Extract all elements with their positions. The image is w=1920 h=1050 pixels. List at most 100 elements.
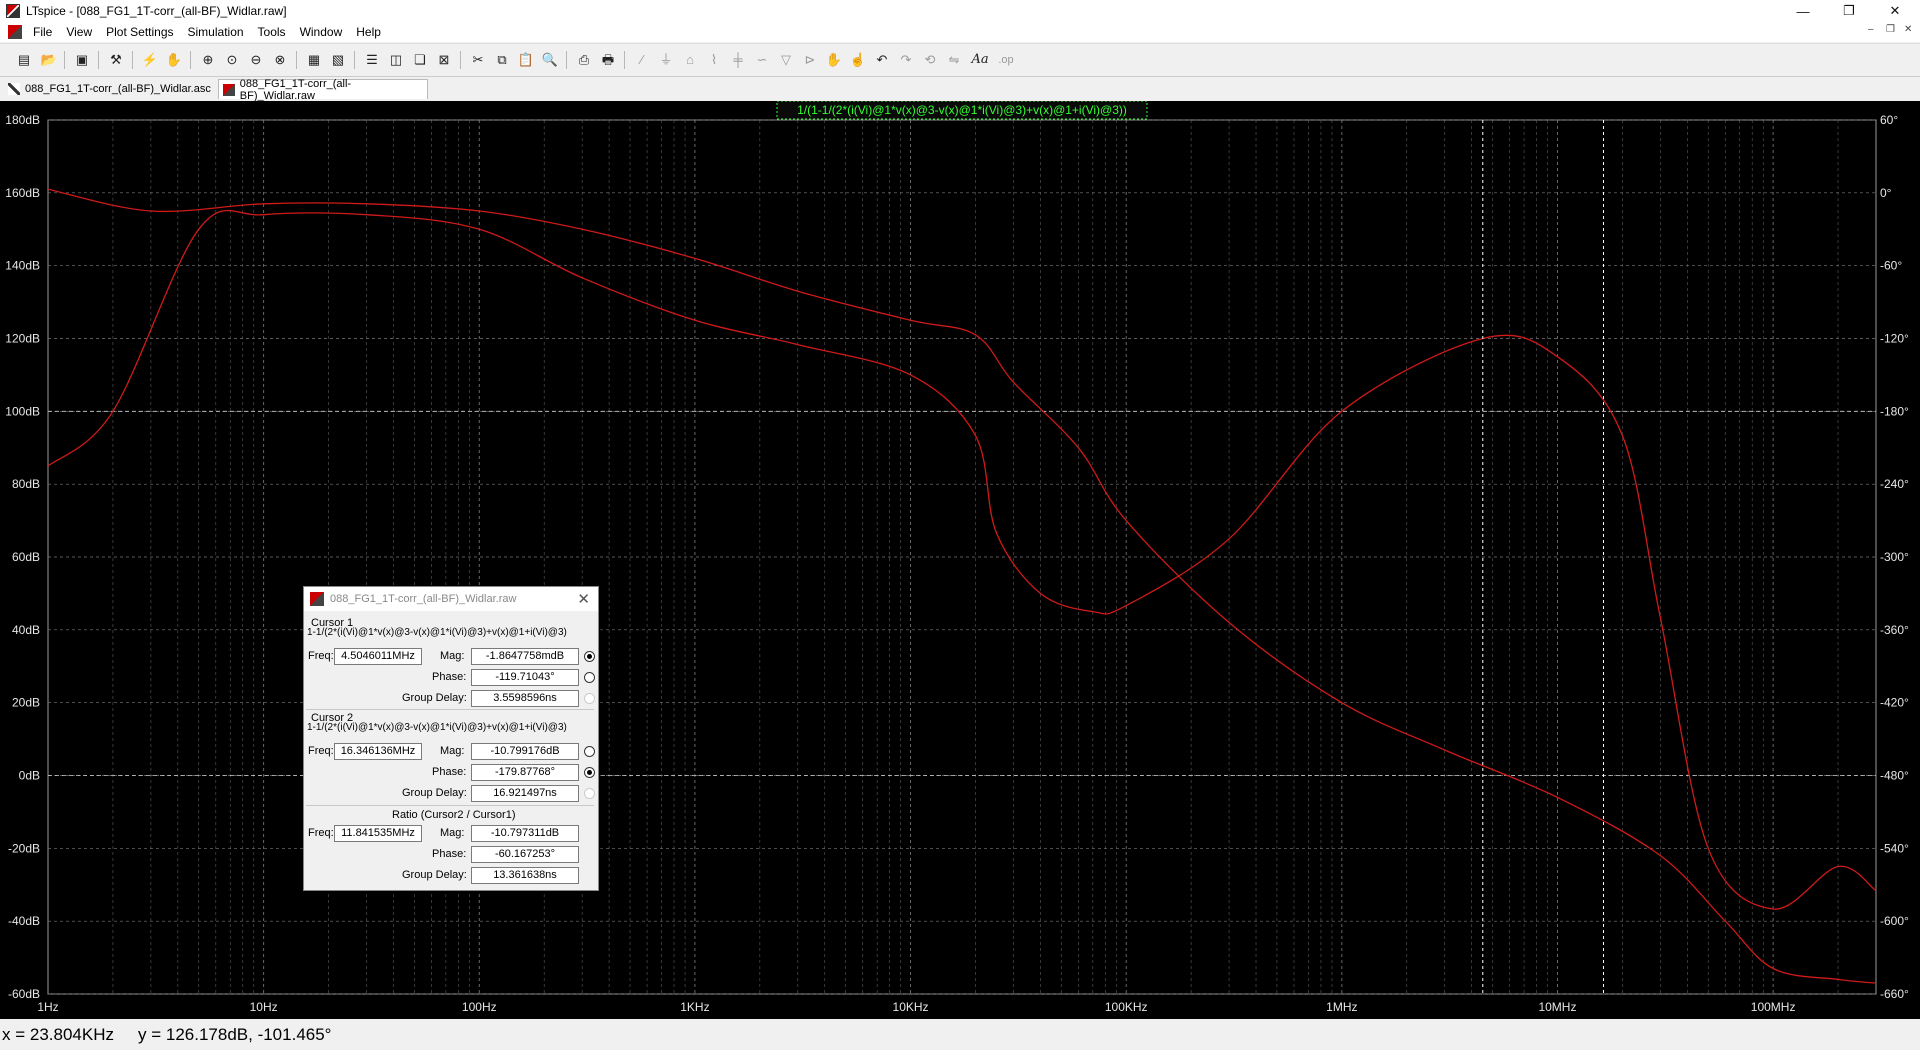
ratio-freq-field[interactable]: 11.841535MHz [334, 825, 422, 842]
zoom-in-icon[interactable]: ⊕ [200, 52, 216, 68]
mdi-close-button[interactable]: ✕ [1904, 24, 1912, 35]
y-right-tick-label: -120° [1880, 332, 1909, 346]
document-menu-icon[interactable] [8, 25, 22, 39]
cursor2-mag-radio[interactable] [584, 746, 595, 757]
new-schematic-icon[interactable]: ▤ [16, 52, 32, 68]
mdi-minimize-button[interactable]: – [1868, 24, 1874, 35]
print-setup-icon[interactable]: ⎙ [576, 52, 592, 68]
rotate-icon[interactable]: ⟲ [922, 52, 938, 68]
cursor2-group-delay-field[interactable]: 16.921497ns [471, 785, 579, 802]
x-tick-label: 10MHz [1538, 1000, 1576, 1014]
y-left-tick-label: -40dB [8, 914, 40, 928]
y-left-tick-label: 80dB [12, 477, 40, 491]
menu-plot-settings[interactable]: Plot Settings [99, 25, 180, 39]
text-icon[interactable]: Aa [971, 52, 988, 68]
paste-icon[interactable]: 📋 [518, 52, 534, 68]
ratio-heading: Ratio (Cursor2 / Cursor1) [392, 809, 516, 821]
cascade-icon[interactable]: ❏ [412, 52, 428, 68]
menu-tools[interactable]: Tools [251, 25, 293, 39]
y-right-tick-label: -480° [1880, 769, 1909, 783]
copy-icon[interactable]: ⧉ [494, 52, 510, 68]
move-icon[interactable]: ✋ [826, 52, 842, 68]
cursor1-trace: 1-1/(2*(i(Vi)@1*v(x)@3-v(x)@1*i(Vi)@3)+v… [307, 627, 567, 638]
cursor1-freq-field[interactable]: 4.5046011MHz [334, 648, 422, 665]
close-icon[interactable]: ✕ [577, 590, 590, 608]
ratio-freq-label: Freq: [308, 827, 334, 839]
y-left-tick-label: -60dB [8, 987, 40, 1001]
tab-label: 088_FG1_1T-corr_(all-BF)_Widlar.raw [239, 77, 352, 102]
print-icon[interactable]: 🖶 [600, 52, 616, 68]
ratio-group-delay-label: Group Delay: [402, 869, 467, 881]
y-left-tick-label: 160dB [5, 186, 40, 200]
cursor2-mag-field[interactable]: -10.799176dB [471, 743, 579, 760]
y-right-tick-label: 0° [1880, 186, 1892, 200]
component-icon[interactable]: ⊳ [802, 52, 818, 68]
cursor1-freq-label: Freq: [308, 650, 334, 662]
cursor1-mag-radio[interactable] [584, 651, 595, 662]
ratio-mag-field[interactable]: -10.797311dB [471, 825, 579, 842]
zoom-pan-icon[interactable]: ⊙ [224, 52, 240, 68]
menu-help[interactable]: Help [349, 25, 388, 39]
cursor2-phase-field[interactable]: -179.87768° [471, 764, 579, 781]
autorange-icon[interactable]: ▦ [306, 52, 322, 68]
menu-file[interactable]: File [26, 25, 59, 39]
cursor1-phase-radio[interactable] [584, 672, 595, 683]
tab-schematic[interactable]: 088_FG1_1T-corr_(all-BF)_Widlar.asc [4, 79, 216, 99]
tile-vertical-icon[interactable]: ◫ [388, 52, 404, 68]
cursor2-phase-radio[interactable] [584, 767, 595, 778]
zoom-out-icon[interactable]: ⊖ [248, 52, 264, 68]
run-icon[interactable]: ⚡ [142, 52, 158, 68]
cursor1-phase-field[interactable]: -119.71043° [471, 669, 579, 686]
diode-icon[interactable]: ▽ [778, 52, 794, 68]
menu-window[interactable]: Window [293, 25, 350, 39]
ratio-phase-field[interactable]: -60.167253° [471, 846, 579, 863]
cursor2-group-delay-radio[interactable] [584, 788, 595, 799]
resistor-icon[interactable]: ⌇ [706, 52, 722, 68]
y-right-tick-label: -420° [1880, 696, 1909, 710]
tile-horizontal-icon[interactable]: ☰ [364, 52, 380, 68]
menu-simulation[interactable]: Simulation [181, 25, 251, 39]
waveform-plot[interactable]: 180dB 160dB 140dB 120dB 100dB 80dB 60dB 40dB 20d… [0, 100, 1920, 1019]
window-title: LTspice - [088_FG1_1T-corr_(all-BF)_Widl… [26, 4, 287, 18]
menu-view[interactable]: View [59, 25, 99, 39]
wire-icon[interactable]: ∕ [634, 52, 650, 68]
mdi-restore-button[interactable]: ❐ [1886, 24, 1895, 35]
inductor-icon[interactable]: ∽ [754, 52, 770, 68]
ratio-group-delay-field[interactable]: 13.361638ns [471, 867, 579, 884]
tab-waveform[interactable]: 088_FG1_1T-corr_(all-BF)_Widlar.raw [218, 77, 428, 102]
cursor1-group-delay-field[interactable]: 3.5598596ns [471, 690, 579, 707]
cursor1-mag-label: Mag: [440, 650, 465, 662]
y-left-tick-label: 120dB [5, 332, 40, 346]
control-panel-icon[interactable]: ⚒ [108, 52, 124, 68]
cut-icon[interactable]: ✂ [470, 52, 486, 68]
y-right-tick-label: -300° [1880, 550, 1909, 564]
cursor2-freq-field[interactable]: 16.346136MHz [334, 743, 422, 760]
capacitor-icon[interactable]: ╪ [730, 52, 746, 68]
open-icon[interactable]: 📂 [41, 52, 57, 68]
drag-icon[interactable]: ☝ [850, 52, 866, 68]
cursor-dialog-titlebar[interactable]: 088_FG1_1T-corr_(all-BF)_Widlar.raw ✕ [304, 587, 598, 611]
spice-directive-icon[interactable]: .op [998, 52, 1014, 68]
mirror-icon[interactable]: ⇋ [946, 52, 962, 68]
minimize-window-button[interactable]: — [1780, 0, 1826, 22]
find-icon[interactable]: 🔍 [542, 52, 558, 68]
manual-limits-icon[interactable]: ▧ [330, 52, 346, 68]
title-bar: LTspice - [088_FG1_1T-corr_(all-BF)_Widl… [0, 0, 1920, 22]
ground-icon[interactable]: ⏚ [658, 52, 674, 68]
trace-label[interactable]: 1/(1-1/(2*(i(Vi)@1*v(x)@3-v(x)@1*i(Vi)@3… [797, 103, 1127, 117]
save-icon[interactable]: ▣ [74, 52, 90, 68]
zoom-cancel-icon[interactable]: ⊗ [272, 52, 288, 68]
redo-icon[interactable]: ↷ [898, 52, 914, 68]
label-icon[interactable]: ⌂ [682, 52, 698, 68]
close-all-icon[interactable]: ⊠ [436, 52, 452, 68]
plot-canvas[interactable]: 180dB 160dB 140dB 120dB 100dB 80dB 60dB 40dB 20d… [0, 100, 1920, 1019]
x-tick-label: 10Hz [250, 1000, 278, 1014]
halt-icon[interactable]: ✋ [166, 52, 182, 68]
restore-window-button[interactable]: ❐ [1826, 0, 1872, 22]
status-x-readout: x = 23.804KHz [2, 1025, 114, 1044]
cursor2-phase-label: Phase: [432, 766, 467, 778]
close-window-button[interactable]: ✕ [1872, 0, 1918, 22]
cursor1-group-delay-radio[interactable] [584, 693, 595, 704]
cursor1-mag-field[interactable]: -1.8647758mdB [471, 648, 579, 665]
undo-icon[interactable]: ↶ [874, 52, 890, 68]
